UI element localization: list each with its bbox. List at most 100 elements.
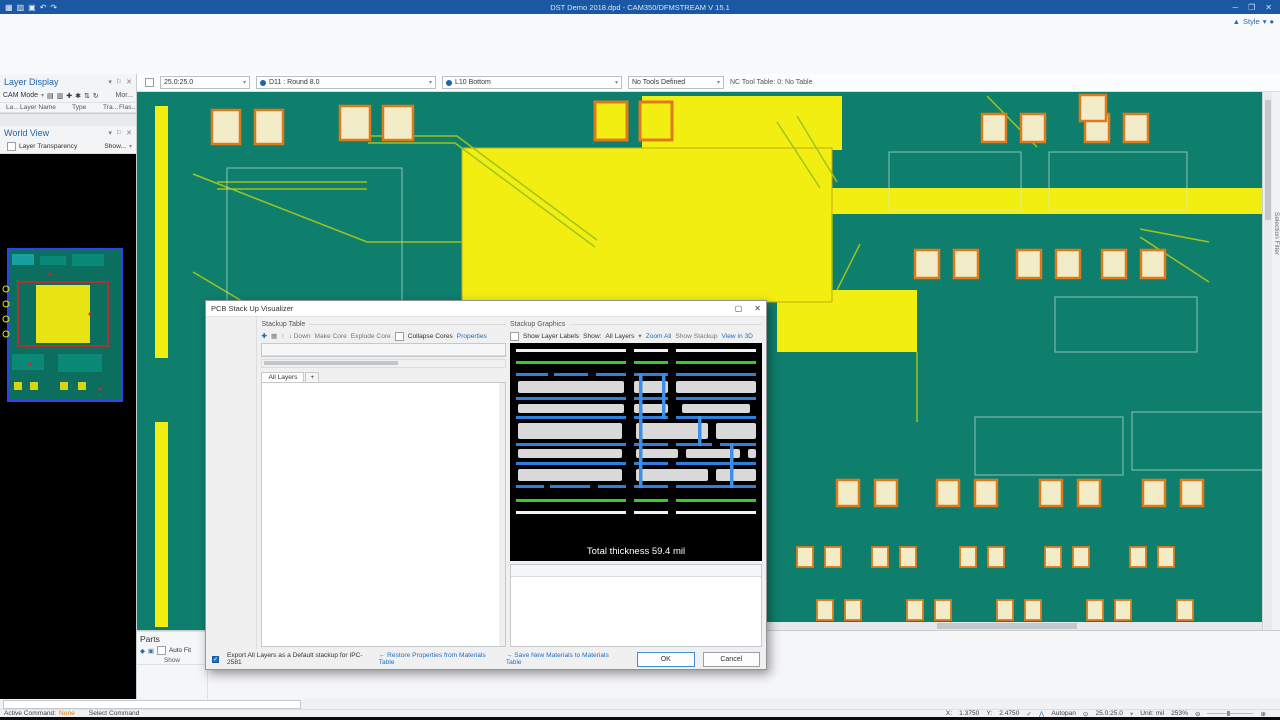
close-icon[interactable]: ✕ <box>754 304 761 313</box>
cam-toolbar-icon-3[interactable]: ✱ <box>75 92 81 100</box>
y-coordinate: 2.4750 <box>999 710 1019 717</box>
nc-tool-table-label: NC Tool Table: 0: No Table <box>730 79 813 86</box>
chevron-down-icon: ▾ <box>1263 17 1267 26</box>
autopan-select[interactable]: Autopan <box>1051 710 1076 717</box>
show-column-header: Show <box>137 657 207 665</box>
show-stackup-button[interactable]: Show Stackup <box>675 333 717 340</box>
zoom-all-button[interactable]: Zoom All <box>646 333 672 340</box>
layer-transparency-checkbox[interactable] <box>7 142 16 151</box>
dialog-title-bar[interactable]: PCB Stack Up Visualizer ▢ ✕ <box>206 301 766 317</box>
world-view-show-select[interactable]: Show... <box>104 143 126 150</box>
active-command-value: None <box>59 710 75 717</box>
close-icon[interactable]: ✕ <box>126 78 132 86</box>
world-view-header: World View ▾ ⚐ ✕ <box>0 126 136 141</box>
stackup-graphics-group-label: Stackup Graphics <box>510 319 762 329</box>
stackup-graphics-toolbar: Show Layer Labels Show: All Layers ▾ Zoo… <box>510 329 762 343</box>
command-input[interactable] <box>3 700 301 709</box>
export-ipc-checkbox[interactable]: ✓ <box>212 656 219 663</box>
secondary-toolbar: 25.0:25.0▾ D11 : Round 8.0▾ L10 Bottom▾ … <box>137 74 1280 92</box>
layer-display-panel: Layer Display ▾ ⚐ ✕ CAM Mode ▾ ▤▥✚✱⇅↻ Mo… <box>0 74 137 699</box>
move-up-icon[interactable]: ↑ <box>281 333 284 340</box>
world-view-title: World View <box>4 128 49 138</box>
chevron-down-icon[interactable]: ▾ <box>108 78 112 86</box>
world-view-toolbar: Layer Transparency Show... ▾ <box>0 141 136 154</box>
canvas-vscrollbar[interactable] <box>1264 92 1272 630</box>
cam-toolbar-icon-2[interactable]: ✚ <box>66 92 72 100</box>
collapse-cores-checkbox[interactable] <box>395 332 404 341</box>
chevron-down-icon: ▾ <box>41 92 44 99</box>
chevron-down-icon: ▾ <box>129 143 132 150</box>
restore-icon[interactable]: ❐ <box>1248 3 1255 12</box>
pin-icon[interactable]: ⚐ <box>116 129 122 137</box>
layer-transparency-label: Layer Transparency <box>19 143 77 150</box>
tab-all-layers[interactable]: All Layers <box>261 372 304 382</box>
via-padstack-table <box>510 564 762 647</box>
explode-core-button[interactable]: Explode Core <box>351 333 391 340</box>
dcode-combo[interactable]: D11 : Round 8.0▾ <box>256 76 436 89</box>
bga-region <box>462 148 832 302</box>
chevron-down-icon[interactable]: ▾ <box>108 129 112 137</box>
style-picker[interactable]: ▲ Style ▾ ● <box>1233 14 1274 28</box>
stackup-properties <box>261 382 506 647</box>
cam-toolbar-icon-0[interactable]: ▤ <box>47 92 54 100</box>
stackup-graphic[interactable]: Total thickness 59.4 mil <box>510 343 762 561</box>
world-view-thumbnail[interactable] <box>0 154 136 699</box>
maximize-icon[interactable]: ▢ <box>735 304 743 313</box>
close-icon[interactable]: ✕ <box>1265 3 1272 12</box>
show-layer-labels-label: Show Layer Labels <box>523 333 579 340</box>
move-down-button[interactable]: ↓ Down <box>289 333 311 340</box>
pcb-stackup-visualizer-dialog: PCB Stack Up Visualizer ▢ ✕ Stackup Tabl… <box>205 300 767 670</box>
tools-combo[interactable]: No Tools Defined▾ <box>628 76 724 89</box>
layer-table-header: La...Layer Name TypeTra...Flas... <box>0 103 136 113</box>
zoom-slider[interactable] <box>1207 713 1253 714</box>
dialog-title: PCB Stack Up Visualizer <box>211 304 293 313</box>
cam-toolbar-icon-5[interactable]: ↻ <box>93 92 99 100</box>
export-ipc-label: Export All Layers as a Default stackup f… <box>227 652 371 666</box>
chevron-down-icon: ▾ <box>243 79 246 86</box>
cam-mode-row: CAM Mode ▾ ▤▥✚✱⇅↻ Mor... <box>0 89 136 103</box>
more-button[interactable]: Mor... <box>115 92 133 99</box>
cam-toolbar-icon-4[interactable]: ⇅ <box>84 92 90 100</box>
zoom-percent: 253% <box>1171 710 1188 717</box>
minimize-icon[interactable]: ─ <box>1232 3 1238 12</box>
grid-select[interactable]: 25.0:25.0 <box>1095 710 1123 717</box>
auto-fit-checkbox[interactable] <box>157 646 166 655</box>
show-layers-select[interactable]: All Layers <box>605 333 634 340</box>
dialog-footer: ✓ Export All Layers as a Default stackup… <box>206 649 766 669</box>
cancel-button[interactable]: Cancel <box>703 652 760 667</box>
restore-properties-button[interactable]: ← Restore Properties from Materials Tabl… <box>379 652 498 666</box>
layer-combo[interactable]: L10 Bottom▾ <box>442 76 622 89</box>
y-label: Y: <box>986 710 992 717</box>
add-stackup-tab[interactable]: + <box>305 372 319 382</box>
x-label: X: <box>946 710 952 717</box>
select-command-label: Select Command <box>89 710 140 717</box>
pin-icon[interactable]: ⚐ <box>116 78 122 86</box>
filter-diamond-icon[interactable]: ◆ <box>140 647 145 655</box>
save-materials-button[interactable]: → Save New Materials to Materials Table <box>506 652 621 666</box>
show-layer-labels-checkbox[interactable] <box>510 332 519 341</box>
selection-filter-tab[interactable]: Selection Filter <box>1273 212 1280 255</box>
cam-toolbar-icon-1[interactable]: ▥ <box>57 92 64 100</box>
view-in-3d-button[interactable]: View in 3D <box>722 333 753 340</box>
dcode-dot-icon <box>260 80 266 86</box>
grid-snap-checkbox[interactable] <box>145 78 154 87</box>
dock-tab-strip <box>0 699 1280 709</box>
properties-vscrollbar[interactable] <box>499 383 505 646</box>
parts-panel-title: Parts <box>137 632 207 644</box>
delete-row-icon[interactable]: ▦ <box>271 332 277 340</box>
make-core-button[interactable]: Make Core <box>315 333 347 340</box>
add-row-icon[interactable]: ✚ <box>261 332 267 340</box>
chevron-down-icon: ▾ <box>429 79 432 86</box>
grid-combo[interactable]: 25.0:25.0▾ <box>160 76 250 89</box>
stackup-table-hscrollbar[interactable] <box>261 359 506 368</box>
collapse-ribbon-icon[interactable]: ▲ <box>1233 17 1240 26</box>
stackup-table-toolbar: ✚ ▦ ↑ ↓ Down Make Core Explode Core Coll… <box>261 329 506 343</box>
canvas-hscrollbar[interactable] <box>757 622 1262 630</box>
panel-tab-bar <box>0 113 136 126</box>
close-icon[interactable]: ✕ <box>126 129 132 137</box>
ok-button[interactable]: OK <box>637 652 694 667</box>
properties-button[interactable]: Properties <box>457 333 487 340</box>
grid-icon[interactable]: ▣ <box>148 647 154 655</box>
ribbon-tab-bar: ▲ Style ▾ ● <box>0 14 1280 29</box>
cam-mode-select[interactable]: CAM Mode <box>3 92 38 99</box>
